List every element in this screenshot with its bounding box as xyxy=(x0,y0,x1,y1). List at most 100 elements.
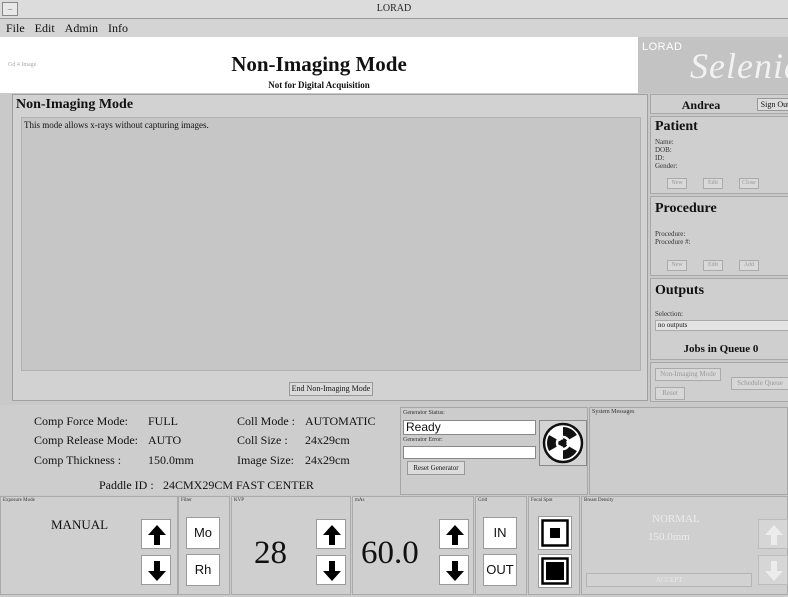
grid-label: Grid xyxy=(478,498,488,503)
patient-name-label: Name: xyxy=(655,138,674,146)
mode-header: Gd 4 Image Non-Imaging Mode Not for Digi… xyxy=(0,37,638,93)
patient-gender-label: Gender: xyxy=(655,162,678,170)
arrow-down-icon xyxy=(323,561,341,581)
menu-admin[interactable]: Admin xyxy=(65,19,98,37)
image-size-label: Image Size: xyxy=(237,453,294,467)
focal-spot-panel: Focal Spot xyxy=(528,496,580,595)
comp-release-value: AUTO xyxy=(148,433,182,447)
reset-button[interactable]: Reset xyxy=(655,387,685,400)
end-non-imaging-button[interactable]: End Non-Imaging Mode xyxy=(289,382,373,396)
comp-thickness-value: 150.0mm xyxy=(148,453,194,467)
grid-in-button[interactable]: IN xyxy=(483,517,517,549)
arrow-up-icon xyxy=(446,525,464,545)
exposure-mode-value: MANUAL xyxy=(51,517,109,532)
comp-force-value: FULL xyxy=(148,414,178,428)
filter-panel: Filter Mo Rh xyxy=(178,496,230,595)
header-subtitle: Not for Digital Acquisition xyxy=(268,80,370,90)
exposure-mode-label: Exposure Mode xyxy=(3,498,35,503)
outputs-selection-label: Selection: xyxy=(655,310,683,318)
focal-spot-label: Focal Spot xyxy=(531,498,553,503)
procedure-box: Procedure Procedure: Procedure #: New Ed… xyxy=(650,196,788,276)
window-title: LORAD xyxy=(376,3,412,14)
arrow-down-icon xyxy=(765,561,783,581)
procedure-new-button[interactable]: New xyxy=(667,260,687,271)
title-bar: – LORAD xyxy=(0,0,788,19)
outputs-box: Outputs Selection: no outputs Jobs in Qu… xyxy=(650,278,788,360)
image-size-value: 24x29cm xyxy=(305,453,350,467)
patient-id-label: ID: xyxy=(655,154,665,162)
brand-logo: LORAD Selenia xyxy=(638,37,788,93)
status-area: Comp Force Mode: FULL Comp Release Mode:… xyxy=(0,405,400,495)
generator-box: Generator Status: Ready Generator Error:… xyxy=(400,407,588,495)
breast-density-down-button[interactable] xyxy=(758,555,788,585)
coll-mode-label: Coll Mode : xyxy=(237,414,296,428)
panel-content: This mode allows x-rays without capturin… xyxy=(21,117,641,371)
mas-panel: mAs 60.0 xyxy=(352,496,474,595)
exposure-controls: Exposure Mode MANUAL Filter Mo Rh KVP 28… xyxy=(0,496,788,597)
user-name: Andrea xyxy=(681,98,721,112)
brand-selenia-text: Selenia xyxy=(690,46,788,86)
user-box: Andrea Sign Out xyxy=(650,94,788,114)
kvp-panel: KVP 28 xyxy=(231,496,351,595)
patient-title: Patient xyxy=(655,119,698,134)
focal-spot-small-button[interactable] xyxy=(538,516,572,550)
patient-edit-button[interactable]: Edit xyxy=(703,178,723,189)
breast-density-up-button[interactable] xyxy=(758,519,788,549)
schedule-queue-button[interactable]: Schedule Queue xyxy=(731,377,788,390)
large-focal-spot-icon xyxy=(541,557,569,585)
outputs-selection-dropdown[interactable]: no outputs xyxy=(655,320,788,331)
breast-density-label: Breast Density xyxy=(584,498,614,503)
mas-up-button[interactable] xyxy=(439,519,469,549)
system-messages-label: System Messages xyxy=(592,409,635,415)
generator-error-field xyxy=(403,446,536,459)
paddle-id-value: 24CMX29CM FAST CENTER xyxy=(163,478,314,492)
procedure-title: Procedure xyxy=(655,201,717,216)
procedure-number-label: Procedure #: xyxy=(655,238,691,246)
paddle-id-label: Paddle ID : xyxy=(99,478,154,492)
mas-down-button[interactable] xyxy=(439,555,469,585)
comp-release-label: Comp Release Mode: xyxy=(34,433,138,447)
header-title: Non-Imaging Mode xyxy=(231,52,407,76)
filter-rh-button[interactable]: Rh xyxy=(186,554,220,586)
reset-generator-button[interactable]: Reset Generator xyxy=(407,461,465,475)
outputs-title: Outputs xyxy=(655,283,705,298)
focal-spot-large-button[interactable] xyxy=(538,554,572,588)
arrow-up-icon xyxy=(323,525,341,545)
breast-thickness-value: 150.0mm xyxy=(648,531,690,543)
panel-title: Non-Imaging Mode xyxy=(16,97,134,112)
procedure-edit-button[interactable]: Edit xyxy=(703,260,723,271)
kvp-down-button[interactable] xyxy=(316,555,346,585)
panel-description: This mode allows x-rays without capturin… xyxy=(24,120,209,130)
exposure-mode-panel: Exposure Mode MANUAL xyxy=(0,496,178,595)
filter-mo-button[interactable]: Mo xyxy=(186,517,220,549)
radiation-icon xyxy=(539,420,587,466)
patient-close-button[interactable]: Close xyxy=(739,178,759,189)
sign-out-button[interactable]: Sign Out xyxy=(757,98,788,111)
kvp-value: 28 xyxy=(254,535,287,571)
mas-value: 60.0 xyxy=(361,535,419,571)
menu-edit[interactable]: Edit xyxy=(35,19,55,37)
comp-thickness-label: Comp Thickness : xyxy=(34,453,122,467)
small-focal-spot-icon xyxy=(541,519,569,547)
filter-label: Filter xyxy=(181,498,192,503)
exposure-mode-down-button[interactable] xyxy=(141,555,171,585)
procedure-add-button[interactable]: Add xyxy=(739,260,759,271)
non-imaging-mode-button[interactable]: Non-Imaging Mode xyxy=(655,368,721,381)
accept-button[interactable]: ACCEPT xyxy=(586,573,752,587)
kvp-label: KVP xyxy=(234,498,245,503)
generator-error-label: Generator Error: xyxy=(403,437,443,443)
non-imaging-panel: Non-Imaging Mode This mode allows x-rays… xyxy=(12,94,648,401)
arrow-down-icon xyxy=(446,561,464,581)
menu-file[interactable]: File xyxy=(6,19,25,37)
patient-new-button[interactable]: New xyxy=(667,178,687,189)
brand-lorad-text: LORAD xyxy=(642,41,683,53)
patient-box: Patient Name: DOB: ID: Gender: New Edit … xyxy=(650,116,788,194)
coll-mode-value: AUTOMATIC xyxy=(305,414,376,428)
kvp-up-button[interactable] xyxy=(316,519,346,549)
queue-box: Non-Imaging Mode Schedule Queue Reset xyxy=(650,362,788,402)
arrow-up-icon xyxy=(148,525,166,545)
menu-bar: File Edit Admin Info xyxy=(0,19,788,37)
exposure-mode-up-button[interactable] xyxy=(141,519,171,549)
menu-info[interactable]: Info xyxy=(108,19,128,37)
grid-out-button[interactable]: OUT xyxy=(483,554,517,586)
